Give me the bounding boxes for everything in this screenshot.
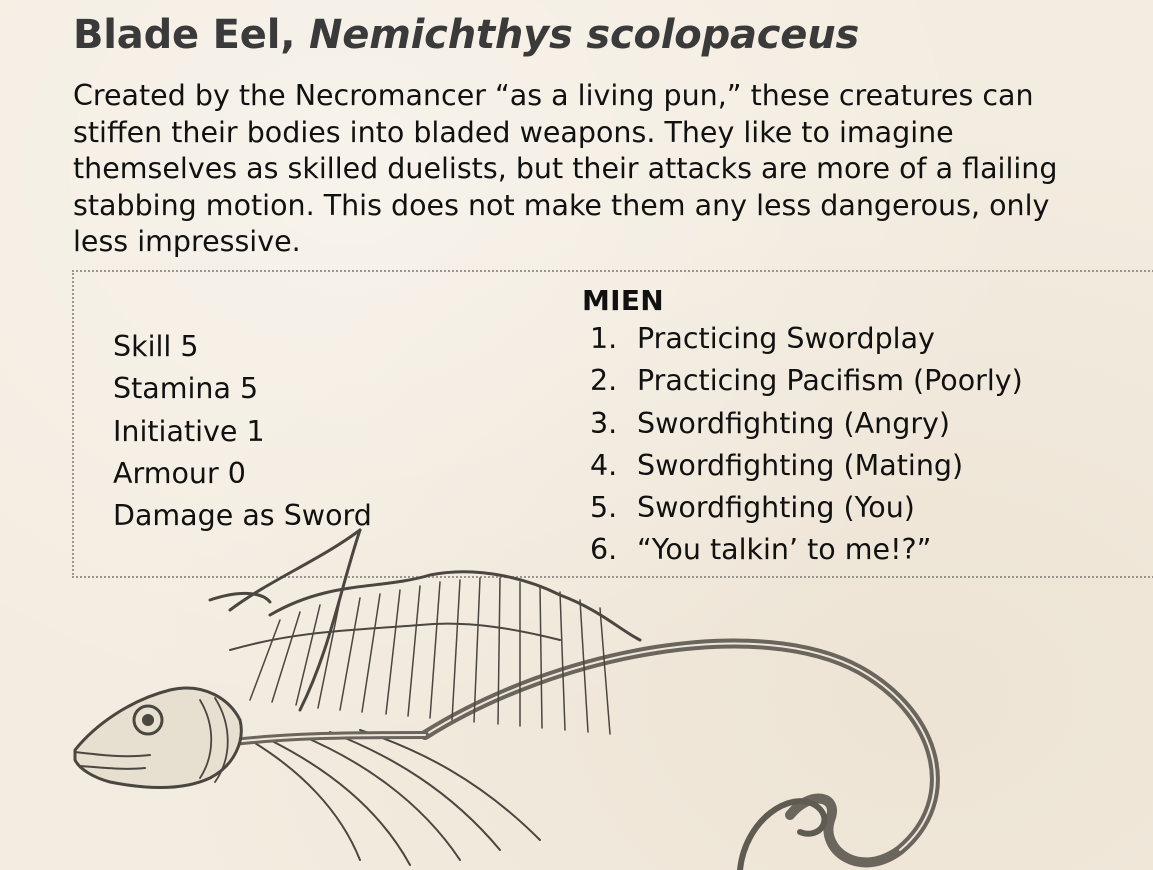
mien-item-number: 3.: [590, 406, 618, 440]
creature-scientific-name: Nemichthys scolopaceus: [308, 12, 860, 58]
mien-item-text: Swordfighting (Angry): [637, 406, 951, 440]
eel-engraving-illustration: [73, 528, 940, 870]
mien-item: 4. Swordfighting (Mating): [590, 445, 1023, 487]
creature-name: Blade Eel,: [73, 12, 296, 58]
stat-skill: Skill 5: [113, 330, 199, 363]
mien-heading: MIEN: [582, 284, 665, 317]
mien-item-text: Swordfighting (Mating): [637, 448, 964, 482]
creature-description: Created by the Necromancer “as a living …: [73, 79, 1058, 258]
stat-stamina: Stamina 5: [113, 372, 259, 406]
stat-armour: Armour 0: [113, 456, 246, 490]
mien-item: 1. Practicing Swordplay: [590, 318, 1023, 360]
mien-item: 2. Practicing Pacifism (Poorly): [590, 360, 1023, 402]
stat-list: Skill 5 Stamina 5 Initiative 1 Armour 0 …: [113, 326, 372, 537]
mien-item-number: 2.: [590, 364, 618, 398]
mien-item-text: Practicing Pacifism (Poorly): [637, 364, 1023, 398]
mien-item: 3. Swordfighting (Angry): [590, 403, 1023, 445]
stat-initiative: Initiative 1: [113, 414, 265, 448]
mien-item-number: 4.: [590, 448, 618, 482]
mien-item-text: Practicing Swordplay: [637, 322, 935, 355]
mien-item-number: 1.: [590, 322, 618, 355]
creature-title: Blade Eel, Nemichthys scolopaceus: [73, 12, 859, 58]
